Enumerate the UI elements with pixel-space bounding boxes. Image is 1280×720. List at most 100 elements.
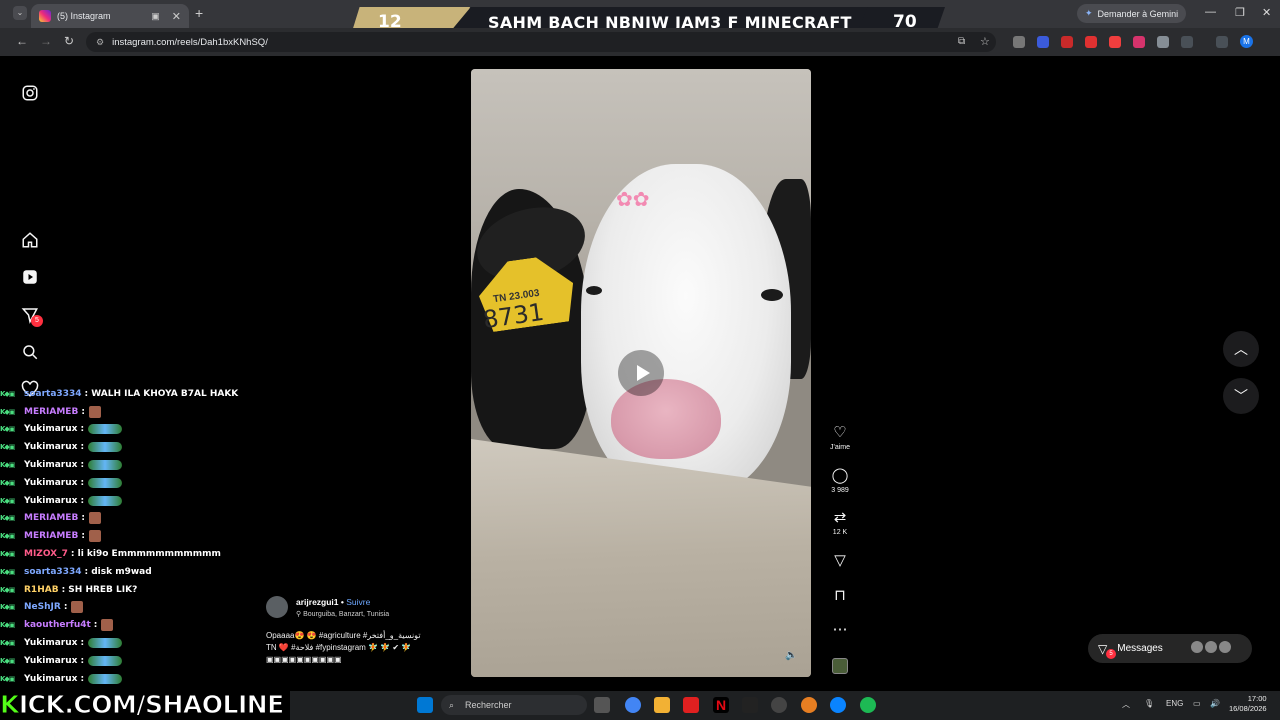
extension-icon[interactable] — [1085, 36, 1097, 48]
search-icon[interactable] — [21, 343, 39, 361]
new-tab-button[interactable]: + — [195, 5, 203, 21]
edge-icon[interactable] — [830, 697, 846, 713]
extension-icon[interactable] — [1013, 36, 1025, 48]
chat-emote-icon — [88, 495, 123, 506]
follow-button[interactable]: Suivre — [346, 597, 370, 607]
chat-username[interactable]: MERIAMEB — [24, 407, 78, 417]
home-icon[interactable] — [21, 231, 39, 249]
comment-button[interactable]: ◯ 3 989 — [826, 468, 854, 495]
chat-username[interactable]: R1HAB — [24, 585, 59, 595]
media-playing-icon[interactable]: ▣ — [151, 11, 160, 22]
maximize-button[interactable]: ❐ — [1235, 6, 1245, 19]
chat-username[interactable]: Yukimarux — [24, 424, 77, 434]
chat-text: : — [80, 638, 85, 649]
chat-text: : — [80, 477, 85, 488]
chat-username[interactable]: MERIAMEB — [24, 513, 78, 523]
browser-tab[interactable]: (5) Instagram ▣ ✕ — [31, 4, 189, 28]
chevron-up-icon: ︿ — [1234, 341, 1248, 357]
volume-icon[interactable]: 🔈 — [785, 650, 797, 661]
chat-message: K◆▣ R1HAB: SH HREB LIK? — [0, 581, 300, 599]
chrome-icon[interactable] — [625, 697, 641, 713]
extensions-puzzle-icon[interactable] — [1181, 36, 1193, 48]
chat-username[interactable]: Yukimarux — [24, 478, 77, 488]
share-button[interactable]: ▽ — [826, 553, 854, 569]
chat-username[interactable]: Yukimarux — [24, 460, 77, 470]
obs-icon[interactable] — [771, 697, 787, 713]
chat-text: : disk m9wad — [84, 566, 152, 577]
spotify-icon[interactable] — [860, 697, 876, 713]
address-bar[interactable]: ⚙ instagram.com/reels/Dah1bxKNhSQ/ — [86, 32, 996, 52]
repost-icon: ⇄ — [833, 509, 847, 526]
previous-reel-button[interactable]: ︿ — [1223, 331, 1259, 367]
tray-overflow-icon[interactable]: ︿ — [1122, 699, 1130, 710]
profile-avatar[interactable]: M — [1240, 35, 1253, 48]
chat-username[interactable]: MERIAMEB — [24, 531, 78, 541]
chat-username[interactable]: Yukimarux — [24, 496, 77, 506]
next-reel-button[interactable]: ﹀ — [1223, 378, 1259, 414]
close-window-button[interactable]: ✕ — [1262, 6, 1271, 19]
extension-icon[interactable] — [1133, 36, 1145, 48]
reels-icon[interactable] — [21, 268, 39, 286]
taskbar-search-placeholder: Rechercher — [465, 700, 512, 710]
instagram-logo-icon[interactable] — [21, 84, 39, 102]
netflix-icon[interactable]: N — [713, 697, 729, 713]
reel-video[interactable]: TN 23.003 8731 ✿✿ 🔈 — [471, 69, 811, 677]
extension-icon[interactable] — [1061, 36, 1073, 48]
messages-label: Messages — [1117, 643, 1163, 654]
like-button[interactable]: ♡ J'aime — [826, 425, 854, 452]
back-arrow-icon[interactable]: ← — [16, 34, 28, 48]
site-info-icon[interactable]: ⚙ — [96, 37, 104, 48]
location-text[interactable]: Bourguiba, Banzart, Tunisia — [303, 611, 389, 618]
chat-username[interactable]: NeShJR — [24, 602, 61, 612]
app-icon[interactable] — [742, 697, 758, 713]
media-controls-icon[interactable] — [1216, 36, 1228, 48]
gemini-button[interactable]: ✦ Demander à Gemini — [1077, 4, 1187, 23]
chat-username[interactable]: Yukimarux — [24, 442, 77, 452]
youtube-icon[interactable] — [683, 697, 699, 713]
wooden-fence — [471, 439, 811, 677]
chat-username[interactable]: soarta3334 — [24, 567, 81, 577]
messages-button[interactable]: ▽ 5 Messages — [1088, 634, 1252, 663]
taskbar-search[interactable]: ⌕ Rechercher — [441, 695, 587, 715]
chat-text: : WALH ILA KHOYA B7AL HAKK — [84, 388, 239, 399]
microphone-icon[interactable]: 🎙 — [1144, 699, 1154, 708]
tab-search-button[interactable]: ⌄ — [13, 6, 27, 20]
chat-username[interactable]: MIZOX_7 — [24, 549, 68, 559]
extension-icon[interactable] — [1157, 36, 1169, 48]
adblock-extension-icon[interactable] — [1109, 36, 1121, 48]
author-username[interactable]: arijrezgui1 — [296, 597, 339, 607]
reload-icon[interactable]: ↻ — [64, 34, 74, 48]
minimize-button[interactable]: — — [1205, 6, 1216, 18]
windows-start-icon[interactable] — [417, 697, 433, 713]
chat-emote-icon — [88, 530, 101, 543]
language-indicator[interactable]: ENG — [1166, 699, 1183, 708]
chat-emote-icon — [88, 638, 123, 649]
audio-thumbnail[interactable] — [832, 658, 848, 674]
volume-icon[interactable]: 🔊 — [1210, 699, 1220, 708]
file-explorer-icon[interactable] — [654, 697, 670, 713]
chat-username[interactable]: soarta3334 — [24, 389, 81, 399]
chat-text: : li ki9o Emmmmmmmmmmm — [70, 549, 221, 560]
more-options-button[interactable]: ⋯ — [826, 622, 854, 638]
extension-icon[interactable] — [1037, 36, 1049, 48]
save-button[interactable]: ⊓ — [826, 588, 854, 604]
forward-arrow-icon[interactable]: → — [40, 34, 52, 48]
install-app-icon[interactable]: ⧉ — [958, 36, 965, 47]
chat-username[interactable]: Yukimarux — [24, 638, 77, 648]
app-icon[interactable] — [801, 697, 817, 713]
more-icon: ⋯ — [832, 621, 848, 638]
network-icon[interactable]: ▭ — [1193, 699, 1201, 708]
repost-button[interactable]: ⇄ 12 K — [826, 509, 854, 537]
close-tab-icon[interactable]: ✕ — [172, 10, 181, 23]
bookmark-star-icon[interactable]: ☆ — [980, 35, 990, 48]
chat-username[interactable]: Yukimarux — [24, 674, 77, 684]
cow-eye — [586, 286, 602, 295]
chat-message: K◆▣ MIZOX_7: li ki9o Emmmmmmmmmmm — [0, 545, 300, 563]
chat-message: K◆▣ Yukimarux: — [0, 670, 300, 688]
chat-emote-icon — [88, 655, 123, 666]
task-view-icon[interactable] — [594, 697, 610, 713]
chat-username[interactable]: kaoutherfu4t — [24, 620, 91, 630]
play-button[interactable] — [618, 350, 664, 396]
chat-username[interactable]: Yukimarux — [24, 656, 77, 666]
system-clock[interactable]: 17:00 16/08/2026 — [1229, 694, 1267, 714]
